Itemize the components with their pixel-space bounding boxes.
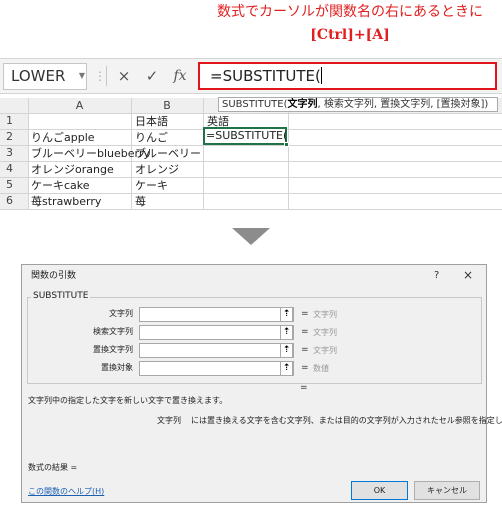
chevron-down-icon[interactable]: ▼ bbox=[76, 63, 88, 90]
cell-b1[interactable]: 日本語 bbox=[133, 114, 168, 129]
range-select-icon[interactable]: ⇡ bbox=[280, 361, 293, 376]
arg-label-find: 検索文字列 bbox=[93, 327, 133, 336]
function-help-link[interactable]: この関数のヘルプ(H) bbox=[28, 486, 104, 498]
range-select-icon[interactable]: ⇡ bbox=[280, 325, 293, 340]
cell-b6[interactable]: 苺 bbox=[133, 194, 146, 209]
arg-equals: = bbox=[301, 363, 309, 373]
cell-c2-active[interactable]: =SUBSTITUTE( bbox=[203, 127, 287, 145]
drag-handle-icon[interactable]: ⋮ bbox=[94, 64, 106, 90]
caption-line-1: 数式でカーソルが関数名の右にあるときに bbox=[217, 4, 483, 20]
row-header-6[interactable]: 6 bbox=[0, 193, 28, 209]
row-header-5[interactable]: 5 bbox=[0, 177, 28, 193]
arg-equals: = bbox=[301, 345, 309, 355]
row-header-1[interactable]: 1 bbox=[0, 113, 28, 129]
enter-formula-icon[interactable]: ✓ bbox=[141, 63, 163, 89]
ok-button[interactable]: OK bbox=[351, 481, 408, 500]
arg-type-hint: 文字列 bbox=[313, 310, 337, 319]
column-header-b[interactable]: B bbox=[131, 98, 203, 113]
tooltip-other-args: , 検索文字列, 置換文字列, [置換対象]) bbox=[317, 99, 489, 110]
function-tooltip[interactable]: SUBSTITUTE(文字列, 検索文字列, 置換文字列, [置換対象]) bbox=[218, 97, 498, 112]
function-name-label: SUBSTITUTE bbox=[31, 290, 91, 303]
formula-bar-divider bbox=[106, 66, 107, 86]
cell-a3[interactable]: ブルーベリーblueberry bbox=[29, 146, 150, 161]
arg-type-hint: 数値 bbox=[313, 364, 329, 373]
grid-line bbox=[0, 113, 502, 114]
cell-b3[interactable]: ブルーベリー bbox=[133, 146, 201, 161]
cell-a4[interactable]: オレンジorange bbox=[29, 162, 114, 177]
function-result-equals: = bbox=[300, 383, 308, 393]
arg-equals: = bbox=[301, 327, 309, 337]
fill-handle[interactable] bbox=[284, 142, 289, 147]
help-icon[interactable]: ? bbox=[434, 270, 439, 282]
function-description: 文字列中の指定した文字を新しい文字で置き換えます。 bbox=[28, 396, 228, 405]
cell-b5[interactable]: ケーキ bbox=[133, 178, 168, 193]
arg-label-text: 文字列 bbox=[109, 309, 133, 318]
cell-a6[interactable]: 苺strawberry bbox=[29, 194, 101, 209]
arg-input-text[interactable] bbox=[139, 307, 294, 322]
down-arrow-icon bbox=[232, 228, 270, 245]
arg-equals: = bbox=[301, 309, 309, 319]
arg-input-find[interactable] bbox=[139, 325, 294, 340]
select-all-corner[interactable] bbox=[0, 98, 28, 113]
range-select-icon[interactable]: ⇡ bbox=[280, 307, 293, 322]
arg-label-replace: 置換文字列 bbox=[93, 345, 133, 354]
dialog-title: 関数の引数 bbox=[31, 271, 77, 281]
cell-a2[interactable]: りんごapple bbox=[29, 130, 95, 145]
close-icon[interactable]: × bbox=[463, 268, 473, 282]
range-select-icon[interactable]: ⇡ bbox=[280, 343, 293, 358]
arg-description-label: 文字列 bbox=[157, 416, 181, 425]
insert-function-button[interactable]: fx bbox=[169, 63, 191, 89]
row-header-2[interactable]: 2 bbox=[0, 129, 28, 145]
name-box[interactable]: LOWER bbox=[3, 63, 87, 90]
arg-description: には置き換える文字を含む文字列、または目的の文字列が入力されたセル参照を指定しま… bbox=[191, 416, 502, 425]
arg-input-instance[interactable] bbox=[139, 361, 294, 376]
arg-type-hint: 文字列 bbox=[313, 346, 337, 355]
column-header-a[interactable]: A bbox=[28, 98, 131, 113]
cell-b2[interactable]: りんご bbox=[133, 130, 168, 145]
tooltip-function[interactable]: SUBSTITUTE( bbox=[222, 99, 288, 110]
cancel-button[interactable]: キャンセル bbox=[414, 481, 480, 500]
arg-input-replace[interactable] bbox=[139, 343, 294, 358]
cell-b4[interactable]: オレンジ bbox=[133, 162, 179, 177]
grid-line bbox=[0, 209, 502, 210]
tooltip-current-arg[interactable]: 文字列 bbox=[288, 99, 318, 110]
text-cursor bbox=[320, 67, 322, 84]
cancel-formula-icon[interactable]: × bbox=[113, 63, 135, 89]
caption-line-2: [Ctrl]+[A] bbox=[310, 27, 390, 43]
row-header-4[interactable]: 4 bbox=[0, 161, 28, 177]
row-header-3[interactable]: 3 bbox=[0, 145, 28, 161]
arg-type-hint: 文字列 bbox=[313, 328, 337, 337]
formula-text: =SUBSTITUTE( bbox=[210, 67, 321, 85]
formula-input[interactable]: =SUBSTITUTE( bbox=[198, 62, 497, 90]
cell-a5[interactable]: ケーキcake bbox=[29, 178, 90, 193]
arg-label-instance: 置換対象 bbox=[101, 363, 133, 372]
formula-result: 数式の結果 = bbox=[28, 463, 78, 472]
